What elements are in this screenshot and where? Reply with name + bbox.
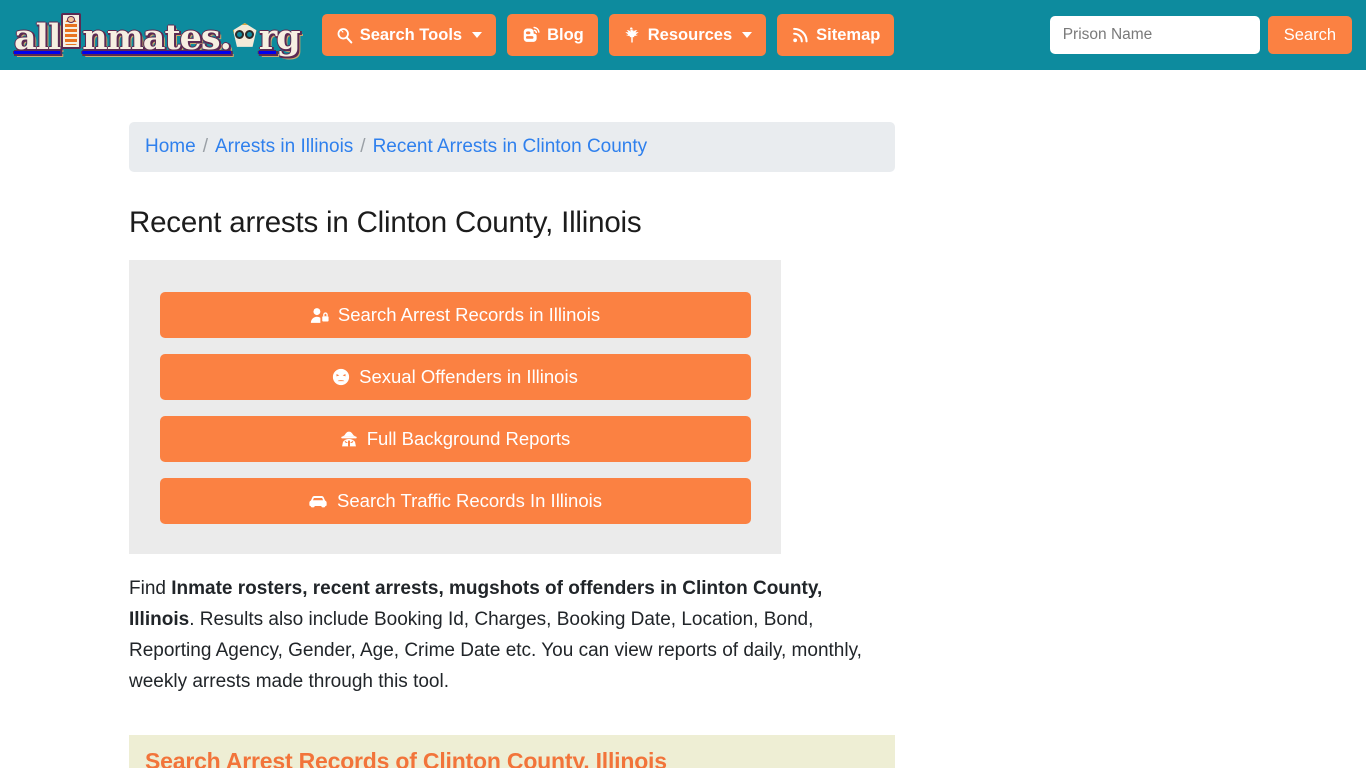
prison-name-search-input[interactable]: [1049, 16, 1260, 54]
nav-search-tools-label: Search Tools: [359, 25, 463, 44]
search-arrest-records-button[interactable]: Search Arrest Records in Illinois: [159, 292, 751, 338]
nav-resources-button[interactable]: Resources: [608, 14, 767, 56]
chevron-down-icon: [742, 32, 753, 38]
full-background-reports-button[interactable]: Full Background Reports: [159, 416, 751, 462]
site-logo-wordmark: all nmates. rg: [14, 13, 301, 58]
breadcrumb-separator: /: [360, 136, 366, 157]
user-lock-icon: [310, 307, 329, 324]
page-title: Recent arrests in Clinton County, Illino…: [129, 206, 642, 239]
section-banner: Search Arrest Records of Clinton County,…: [129, 735, 895, 768]
intro-rest: . Results also include Booking Id, Charg…: [129, 609, 862, 692]
nav-resources-label: Resources: [647, 25, 733, 44]
nav-blog-button[interactable]: Blog: [507, 14, 598, 56]
intro-paragraph: Find Inmate rosters, recent arrests, mug…: [129, 573, 889, 697]
inmate-figure-letter-i-icon: [61, 13, 82, 49]
user-secret-icon: [340, 430, 358, 448]
breadcrumb-item-home[interactable]: Home: [145, 136, 196, 158]
breadcrumb-item-arrests-in-illinois[interactable]: Arrests in Illinois: [215, 136, 353, 158]
nav-search-tools-button[interactable]: Search Tools: [321, 14, 497, 56]
logo-text-middle: nmates.: [82, 17, 231, 58]
sexual-offenders-button[interactable]: Sexual Offenders in Illinois: [159, 354, 751, 400]
primary-nav: Search Tools Blog Resources Sitemap: [321, 14, 895, 56]
search-icon: [336, 27, 353, 44]
nav-sitemap-label: Sitemap: [816, 25, 881, 44]
chevron-down-icon: [472, 32, 483, 38]
breadcrumb-separator: /: [202, 136, 208, 157]
site-logo[interactable]: all nmates. rg: [14, 13, 301, 58]
handcuffs-letter-o-icon: [232, 23, 258, 49]
leaf-icon: [623, 26, 641, 44]
logo-text-after: rg: [258, 17, 301, 58]
header-search-button[interactable]: Search: [1267, 16, 1352, 54]
content-container: Home / Arrests in Illinois / Recent Arre…: [129, 70, 895, 768]
breadcrumb: Home / Arrests in Illinois / Recent Arre…: [129, 122, 895, 172]
angry-face-icon: [332, 368, 350, 386]
nav-blog-label: Blog: [547, 25, 584, 44]
rss-sitemap-icon: [791, 26, 809, 44]
page-body: Home / Arrests in Illinois / Recent Arre…: [0, 70, 1366, 768]
blogger-icon: [521, 26, 540, 44]
search-arrest-records-label: Search Arrest Records in Illinois: [337, 303, 601, 325]
full-background-reports-label: Full Background Reports: [366, 427, 571, 449]
sexual-offenders-label: Sexual Offenders in Illinois: [359, 365, 578, 387]
intro-lead: Find: [129, 578, 172, 599]
car-icon: [308, 493, 328, 509]
nav-sitemap-button[interactable]: Sitemap: [777, 14, 895, 56]
breadcrumb-item-current[interactable]: Recent Arrests in Clinton County: [373, 136, 648, 158]
section-banner-title: Search Arrest Records of Clinton County,…: [145, 748, 667, 768]
search-traffic-records-label: Search Traffic Records In Illinois: [337, 489, 602, 511]
header-search-form: Search: [1049, 16, 1352, 54]
logo-text-before: all: [14, 17, 61, 58]
site-header: all nmates. rg Search Tools Blog Resourc…: [0, 0, 1366, 70]
search-traffic-records-button[interactable]: Search Traffic Records In Illinois: [159, 478, 751, 524]
cta-button-panel: Search Arrest Records in Illinois Sexual…: [129, 260, 781, 554]
